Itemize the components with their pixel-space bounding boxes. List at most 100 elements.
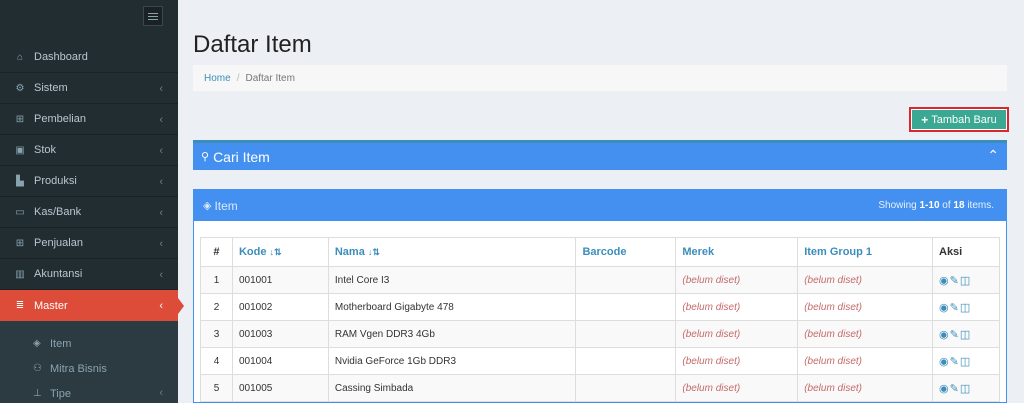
sidebar-item-kas-bank[interactable]: ▭ Kas/Bank ‹ — [0, 197, 178, 228]
main-content: Daftar Item Home / Daftar Item + Tambah … — [178, 0, 1024, 403]
column-header-number: # — [200, 237, 233, 267]
cell-nama: RAM Vgen DDR3 4Gb — [327, 320, 577, 348]
edit-icon[interactable]: ✎ — [950, 383, 960, 395]
submenu-item-tipe[interactable]: ⊥ Tipe ‹ — [0, 381, 178, 403]
row-actions: ◉✎◫ — [932, 266, 1000, 294]
sidebar-item-penjualan[interactable]: ⊞ Penjualan ‹ — [0, 228, 178, 259]
edit-icon[interactable]: ✎ — [950, 356, 960, 368]
item-panel: ◈ Item Showing 1-10 of 18 items. # Kode … — [193, 189, 1007, 403]
cell-kode: 001002 — [231, 293, 329, 321]
delete-icon[interactable]: ◫ — [960, 302, 971, 314]
cell-item-group: (belum diset) — [797, 266, 933, 294]
chevron-left-icon: ‹ — [159, 83, 163, 95]
cell-barcode — [575, 293, 677, 321]
edit-icon[interactable]: ✎ — [950, 302, 960, 314]
column-header-merek[interactable]: Merek — [675, 237, 799, 267]
column-header-aksi: Aksi — [932, 237, 1000, 267]
column-header-nama[interactable]: Nama ↓⇅ — [327, 237, 577, 267]
search-panel-header[interactable]: ⚲ Cari Item ⌃ — [193, 140, 1007, 170]
sidebar-item-stok[interactable]: ▣ Stok ‹ — [0, 135, 178, 166]
cell-barcode — [575, 374, 677, 402]
sidebar-item-akuntansi[interactable]: ▥ Akuntansi ‹ — [0, 259, 178, 290]
sidebar-item-produksi[interactable]: ▙ Produksi ‹ — [0, 166, 178, 197]
chevron-left-icon: ‹ — [159, 114, 163, 126]
sidebar-item-sistem[interactable]: ⚙ Sistem ‹ — [0, 73, 178, 104]
table-header-row: # Kode ↓⇅ Nama ↓⇅ Barcode Merek Item Gro… — [200, 237, 1000, 267]
chevron-left-icon: ‹ — [159, 269, 163, 281]
sidebar-item-label: Akuntansi — [34, 268, 83, 280]
showing-total: 18 — [953, 200, 965, 211]
cell-kode: 001005 — [231, 374, 329, 402]
chevron-up-icon[interactable]: ⌃ — [987, 147, 999, 164]
cell-number: 5 — [200, 374, 233, 402]
cell-item-group: (belum diset) — [797, 293, 933, 321]
row-actions: ◉✎◫ — [932, 347, 1000, 375]
breadcrumb-home-link[interactable]: Home — [204, 73, 231, 84]
table-row: 1 001001 Intel Core I3 (belum diset) (be… — [200, 266, 1000, 294]
users-icon: ⚇ — [33, 363, 42, 374]
sort-icon: ↓⇅ — [367, 247, 380, 257]
cell-number: 2 — [200, 293, 233, 321]
sidebar-toggle-button[interactable] — [143, 6, 163, 26]
cell-merek: (belum diset) — [675, 347, 799, 375]
cell-kode: 001004 — [231, 347, 329, 375]
master-submenu: ◈ Item ⚇ Mitra Bisnis ⊥ Tipe ‹ — [0, 321, 178, 403]
sidebar-item-dashboard[interactable]: ⌂ Dashboard — [0, 42, 178, 73]
chevron-left-icon: ‹ — [159, 387, 163, 399]
search-panel-title: Cari Item — [213, 148, 270, 165]
column-header-kode[interactable]: Kode ↓⇅ — [231, 237, 329, 267]
showing-range: 1-10 — [919, 200, 940, 211]
add-new-label: Tambah Baru — [931, 113, 997, 126]
sidebar-item-label: Sistem — [34, 82, 68, 94]
table-row: 5 001005 Cassing Simbada (belum diset) (… — [200, 374, 1000, 402]
view-icon[interactable]: ◉ — [939, 383, 950, 395]
cell-barcode — [575, 266, 677, 294]
row-actions: ◉✎◫ — [932, 374, 1000, 402]
sidebar-item-label: Stok — [34, 144, 57, 156]
submenu-item-mitra-bisnis[interactable]: ⚇ Mitra Bisnis — [0, 356, 178, 381]
view-icon[interactable]: ◉ — [939, 302, 950, 314]
view-icon[interactable]: ◉ — [939, 329, 950, 341]
view-icon[interactable]: ◉ — [939, 275, 950, 287]
cell-nama: Motherboard Gigabyte 478 — [327, 293, 577, 321]
column-header-item-group[interactable]: Item Group 1 — [797, 237, 933, 267]
cell-barcode — [575, 320, 677, 348]
box-icon: ▣ — [15, 144, 25, 156]
bar-chart-icon: ▥ — [15, 268, 25, 280]
delete-icon[interactable]: ◫ — [960, 329, 971, 341]
sidebar-item-pembelian[interactable]: ⊞ Pembelian ‹ — [0, 104, 178, 135]
add-new-button-inner: + Tambah Baru — [912, 110, 1006, 129]
column-header-barcode[interactable]: Barcode — [575, 237, 677, 267]
sidebar-item-master[interactable]: ≣ Master ‹ — [0, 290, 184, 321]
industry-icon: ▙ — [16, 175, 24, 187]
submenu-item-label: Mitra Bisnis — [50, 362, 107, 375]
edit-icon[interactable]: ✎ — [950, 275, 960, 287]
edit-icon[interactable]: ✎ — [950, 329, 960, 341]
cell-item-group: (belum diset) — [797, 374, 933, 402]
item-panel-title: Item — [214, 198, 238, 213]
cell-item-group: (belum diset) — [797, 347, 933, 375]
hamburger-line — [148, 15, 158, 17]
search-icon: ⚲ — [201, 151, 210, 163]
database-icon: ≣ — [15, 300, 25, 311]
sidebar: ⌂ Dashboard ⚙ Sistem ‹ ⊞ Pembelian ‹ ▣ S… — [0, 0, 184, 403]
chevron-left-icon: ‹ — [159, 300, 163, 312]
delete-icon[interactable]: ◫ — [960, 383, 971, 395]
delete-icon[interactable]: ◫ — [960, 275, 971, 287]
sort-icon: ↓⇅ — [269, 247, 282, 257]
pagination-summary: Showing 1-10 of 18 items. — [878, 200, 994, 211]
cell-number: 3 — [200, 320, 233, 348]
column-header-label: Kode — [238, 246, 267, 258]
view-icon[interactable]: ◉ — [939, 356, 950, 368]
page-title: Daftar Item — [193, 31, 312, 58]
cell-item-group: (belum diset) — [797, 320, 933, 348]
cell-kode: 001001 — [231, 266, 329, 294]
submenu-item-item[interactable]: ◈ Item — [0, 331, 178, 356]
cell-nama: Cassing Simbada — [327, 374, 577, 402]
submenu-item-label: Tipe — [50, 387, 71, 400]
cell-merek: (belum diset) — [675, 320, 799, 348]
add-new-button[interactable]: + Tambah Baru — [909, 107, 1009, 132]
delete-icon[interactable]: ◫ — [960, 356, 971, 368]
chevron-left-icon: ‹ — [159, 207, 163, 219]
sitemap-icon: ⊥ — [33, 388, 42, 399]
